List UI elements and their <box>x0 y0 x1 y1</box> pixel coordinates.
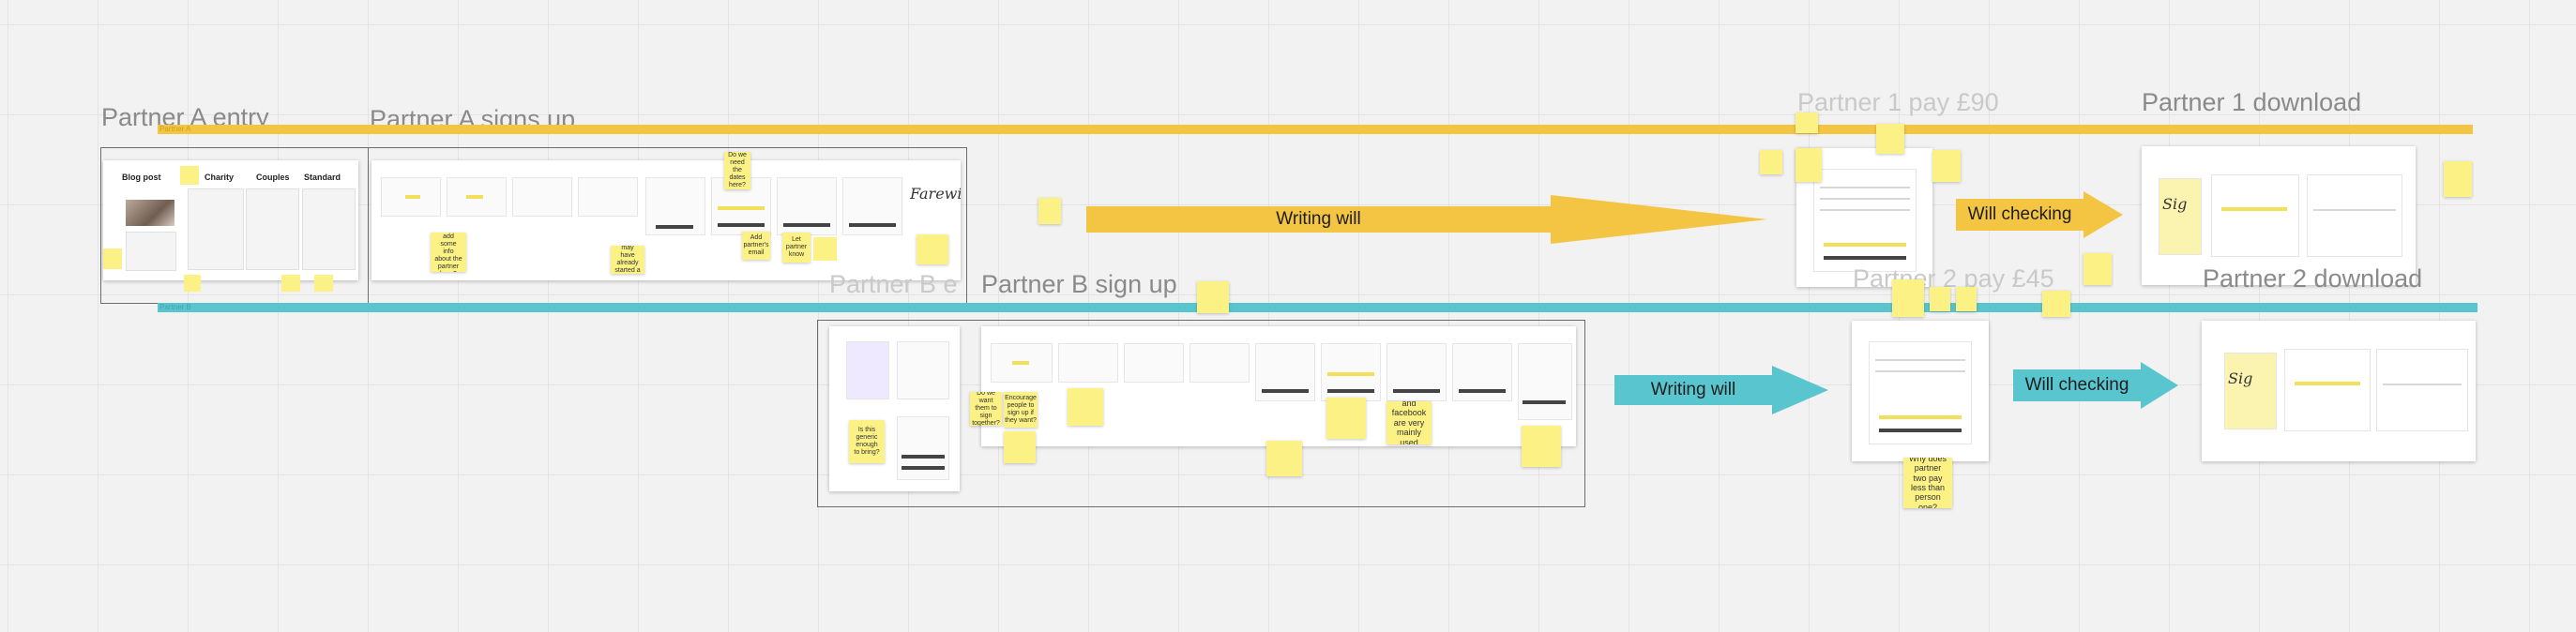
charity-card <box>188 188 244 270</box>
couples-card <box>246 188 299 270</box>
sticky-note <box>1004 431 1036 463</box>
tab-standard[interactable]: Standard <box>304 173 341 182</box>
download-screen-4 <box>2376 349 2468 431</box>
partner-a-lane <box>158 125 2473 134</box>
b-signup-screen-6 <box>1321 343 1381 401</box>
b-signup-screen-1 <box>991 343 1053 383</box>
partner-b-entry-board[interactable] <box>829 326 960 491</box>
sticky-note: Partner may have already started a will <box>611 246 644 274</box>
signup-screen-5 <box>645 177 705 235</box>
sticky-note: Twitter and facebook are very mainly use… <box>1386 401 1432 444</box>
partner-a-entry-board[interactable]: Blog post Charity Couples Standard <box>103 160 358 280</box>
signup-screen-1 <box>381 177 441 217</box>
signup-screen-4 <box>578 177 638 217</box>
sticky-note <box>1326 398 1366 439</box>
b-entry-screen-1 <box>897 341 949 399</box>
partner-b-signup-board[interactable] <box>981 326 1576 446</box>
sticky-square <box>103 248 122 269</box>
b-signup-screen-7 <box>1386 343 1447 401</box>
sticky-note: Encourage people to sign up if they want… <box>1004 392 1038 428</box>
signup-screen-8 <box>842 177 902 235</box>
sticky-note: Can we add some info about the partner h… <box>431 233 466 272</box>
sticky-note: Why does partner two pay less than perso… <box>1903 458 1952 508</box>
sticky-note <box>2084 253 2112 285</box>
sticky-note <box>1876 124 1904 154</box>
signup-screen-3 <box>512 177 572 217</box>
writing-will-label-b: Writing will <box>1650 380 1736 399</box>
sticky-square <box>184 275 201 292</box>
sticky-note: Let partner know <box>782 233 811 263</box>
b-signup-screen-9 <box>1518 343 1572 420</box>
b-signup-screen-2 <box>1058 343 1118 383</box>
will-checking-arrow-b: Will checking <box>2013 362 2178 409</box>
signature-logo-icon: Sig <box>2162 195 2188 213</box>
pay-screen <box>1813 169 1917 272</box>
sticky-square <box>813 237 837 261</box>
sticky-note: Do we need the dates here? <box>724 152 750 189</box>
signup-screen-2 <box>447 177 507 217</box>
sticky-note <box>1038 198 1061 224</box>
writing-will-label-a: Writing will <box>1276 209 1361 229</box>
sticky-note <box>1796 113 1818 133</box>
b-signup-screen-8 <box>1452 343 1512 401</box>
partner-2-download-board[interactable]: Sig <box>2202 321 2476 461</box>
download-hero <box>2159 178 2202 255</box>
sticky-note: Is this generic enough to bring? <box>849 420 885 463</box>
sticky-square <box>281 275 300 292</box>
pay-screen-2 <box>1869 341 1972 444</box>
sticky-note <box>1760 150 1782 174</box>
sticky-note <box>1522 426 1561 467</box>
sticky-square <box>180 166 199 185</box>
writing-will-arrow-a: Writing will <box>1086 195 1767 244</box>
b-signup-screen-3 <box>1124 343 1184 383</box>
download-screen-1 <box>2211 174 2299 257</box>
b-entry-screen-2 <box>897 416 949 480</box>
partner-b-lane-tag: Partner B <box>159 303 191 311</box>
tab-couples[interactable]: Couples <box>256 173 290 182</box>
signature-logo-icon: Sig <box>2228 369 2253 387</box>
standard-card <box>302 188 356 270</box>
title-partner-2-download: Partner 2 download <box>2203 264 2423 293</box>
signup-screen-7 <box>777 177 837 235</box>
blog-photo <box>126 200 174 226</box>
blog-card <box>126 232 176 271</box>
download-screen-3 <box>2284 349 2371 431</box>
title-partner-2-pay: Partner 2 pay £45 <box>1853 264 2054 293</box>
will-checking-label-a: Will checking <box>1967 204 2072 224</box>
tab-charity[interactable]: Charity <box>205 173 234 182</box>
writing-will-arrow-b: Writing will <box>1614 366 1828 414</box>
sticky-note <box>1956 287 1977 311</box>
title-partner-1-download: Partner 1 download <box>2142 88 2362 116</box>
sticky-note <box>917 234 948 264</box>
sticky-note <box>1796 148 1822 182</box>
tab-blog-post[interactable]: Blog post <box>122 173 161 182</box>
signature-logo-icon: Farewill <box>910 185 961 203</box>
sticky-note <box>1892 279 1924 317</box>
sticky-note <box>1932 150 1961 182</box>
partner-b-lane <box>158 303 2478 312</box>
b-entry-hero <box>846 341 889 399</box>
sticky-note: Add partner's email <box>742 232 770 260</box>
download-hero-2 <box>2224 353 2277 429</box>
b-signup-screen-4 <box>1190 343 1250 383</box>
sticky-note <box>2444 161 2472 197</box>
partner-a-lane-tag: Partner A <box>159 125 191 133</box>
download-screen-2 <box>2307 174 2402 257</box>
sticky-note <box>1068 388 1103 426</box>
title-partner-1-pay: Partner 1 pay £90 <box>1797 88 1999 116</box>
title-partner-b-sign-up: Partner B sign up <box>981 270 1177 298</box>
sticky-note <box>1930 287 1950 311</box>
sticky-square <box>314 275 333 292</box>
sticky-note <box>1197 281 1229 313</box>
sticky-note <box>1266 441 1302 476</box>
sticky-note <box>2042 291 2070 317</box>
sticky-note: Do we want them to sign together? <box>970 392 1002 426</box>
b-signup-screen-5 <box>1255 343 1315 401</box>
title-partner-b-entry: Partner B e <box>829 270 958 298</box>
will-checking-arrow-a: Will checking <box>1956 191 2123 238</box>
partner-2-pay-board[interactable] <box>1852 321 1989 461</box>
will-checking-label-b: Will checking <box>2024 375 2129 395</box>
